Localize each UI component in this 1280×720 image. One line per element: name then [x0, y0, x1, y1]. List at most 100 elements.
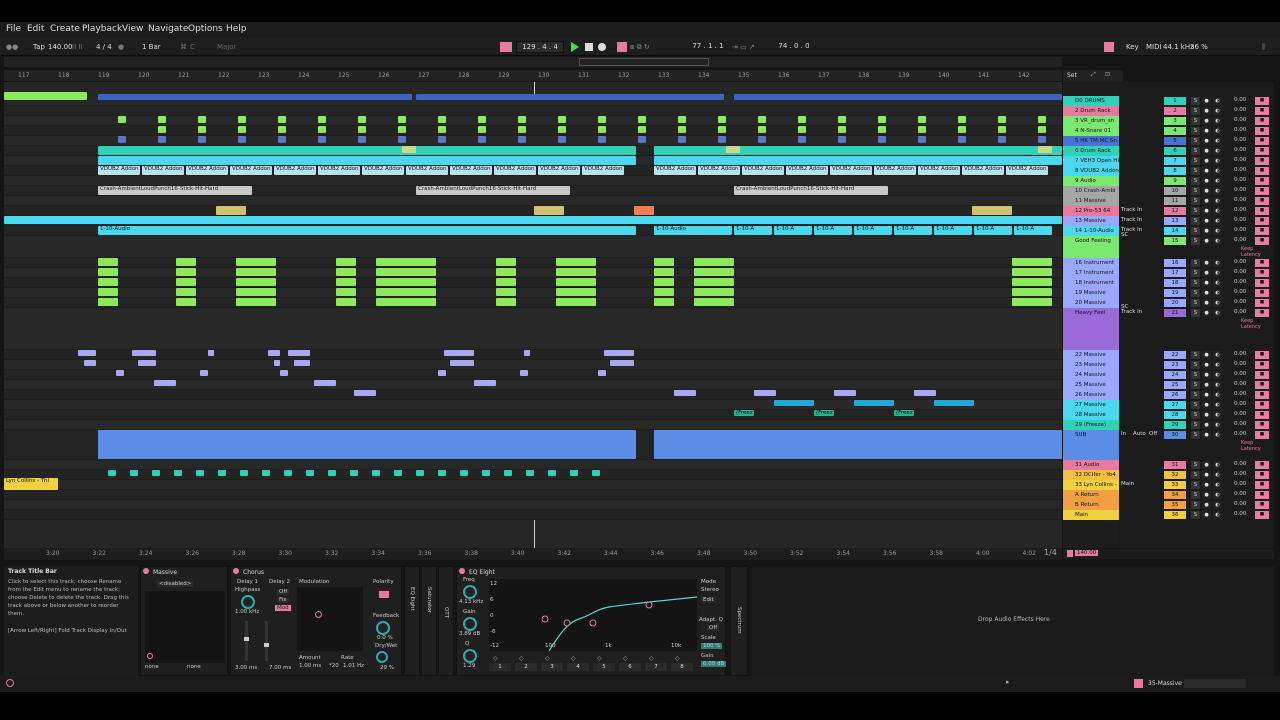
- arrangement-clip[interactable]: [958, 126, 966, 133]
- eq-band-button[interactable]: 5: [593, 663, 615, 671]
- highpass-knob[interactable]: [241, 595, 255, 609]
- arrangement-clip[interactable]: [798, 126, 806, 133]
- arrangement-clip[interactable]: VDUB2 Addon: [582, 166, 624, 175]
- arm-button[interactable]: ●: [1202, 289, 1211, 297]
- arrangement-clip[interactable]: [758, 126, 766, 133]
- arrangement-clip[interactable]: [558, 126, 566, 133]
- solo-button[interactable]: S: [1191, 157, 1200, 165]
- arrangement-clip[interactable]: [654, 258, 674, 266]
- track-header[interactable]: 22 Massive: [1063, 350, 1119, 360]
- device-drop-area[interactable]: Drop Audio Effects Here: [752, 566, 1274, 676]
- arrangement-clip[interactable]: [518, 136, 526, 143]
- arrangement-clip[interactable]: [98, 430, 636, 459]
- key-root[interactable]: C: [190, 42, 195, 53]
- volume-value[interactable]: 0.00: [1234, 217, 1246, 223]
- track-input-label[interactable]: Track In: [1121, 217, 1142, 223]
- follow-icon[interactable]: [500, 42, 512, 52]
- track-header[interactable]: 8 VDUB2 Addon: [1063, 166, 1119, 176]
- arrangement-clip[interactable]: (Freez: [894, 410, 914, 416]
- arrangement-clip[interactable]: VDUB2 Addon: [962, 166, 1004, 175]
- arrangement-clip[interactable]: VDUB2 Addon: [318, 166, 360, 175]
- solo-button[interactable]: S: [1191, 371, 1200, 379]
- volume-value[interactable]: 0.00: [1234, 481, 1246, 487]
- arm-button[interactable]: ●: [1202, 187, 1211, 195]
- track-header[interactable]: 18 Instrument: [1063, 278, 1119, 288]
- eq-band-shape-icon[interactable]: ◇: [493, 655, 498, 662]
- arrangement-clip[interactable]: [376, 268, 436, 276]
- monitor-button[interactable]: ◐: [1213, 127, 1222, 135]
- metronome-icon[interactable]: ●: [118, 42, 124, 53]
- arrangement-clip[interactable]: [998, 116, 1006, 123]
- arrangement-clip[interactable]: [556, 258, 596, 266]
- solo-button[interactable]: S: [1191, 269, 1200, 277]
- arrangement-clip[interactable]: [694, 278, 734, 286]
- solo-button[interactable]: S: [1191, 97, 1200, 105]
- monitor-button[interactable]: ◐: [1213, 269, 1222, 277]
- track-activator[interactable]: 24: [1164, 371, 1186, 379]
- arrangement-clip[interactable]: 1-10-Audio: [654, 226, 732, 235]
- arrangement-position[interactable]: 129 . 4 . 4: [516, 41, 564, 53]
- arrangement-lane[interactable]: [4, 236, 1062, 258]
- time-ruler-bottom[interactable]: 1/4 3:20 3:22 3:24 3:26 3:28 3:30 3:32 3:34 3:36…: [4, 548, 1062, 560]
- arrangement-clip[interactable]: [138, 360, 156, 366]
- arrangement-lane[interactable]: [4, 500, 1062, 510]
- mixer-toggle-icon[interactable]: [1067, 550, 1073, 557]
- arrangement-clip[interactable]: [958, 136, 966, 143]
- modulation-xy-pad[interactable]: [297, 587, 363, 651]
- arrangement-clip[interactable]: [98, 94, 412, 100]
- arrangement-lane[interactable]: [4, 360, 1062, 370]
- arm-button[interactable]: ●: [1202, 471, 1211, 479]
- eq-adaptq-toggle[interactable]: Off: [707, 625, 720, 631]
- arrangement-clip[interactable]: [1012, 278, 1052, 286]
- arrangement-clip[interactable]: [98, 288, 118, 296]
- eq-band-shape-icon[interactable]: ◇: [597, 655, 602, 662]
- track-activator[interactable]: 29: [1164, 421, 1186, 429]
- monitor-button[interactable]: ◐: [1213, 177, 1222, 185]
- arrangement-clip[interactable]: [240, 470, 248, 476]
- arrangement-clip[interactable]: [376, 278, 436, 286]
- feedback-knob[interactable]: [376, 621, 390, 635]
- eq-eight-strip[interactable]: EQ Eight: [404, 566, 420, 676]
- track-header[interactable]: 29 (Freeze): [1063, 420, 1119, 430]
- solo-button[interactable]: S: [1191, 431, 1200, 439]
- solo-button[interactable]: S: [1191, 461, 1200, 469]
- track-activator[interactable]: 16: [1164, 259, 1186, 267]
- volume-value[interactable]: 0.00: [1234, 259, 1246, 265]
- arrangement-clip[interactable]: [556, 278, 596, 286]
- menu-edit[interactable]: Edit: [27, 24, 44, 34]
- arrangement-clip[interactable]: [998, 126, 1006, 133]
- arrangement-clip[interactable]: [262, 470, 270, 476]
- arrangement-clip[interactable]: [496, 278, 516, 286]
- arrangement-clip[interactable]: [98, 156, 636, 165]
- polarity-toggle[interactable]: [379, 591, 389, 598]
- volume-value[interactable]: 0.00: [1234, 431, 1246, 437]
- arrangement-clip[interactable]: [236, 258, 276, 266]
- arrangement-clip[interactable]: [918, 136, 926, 143]
- arrangement-clip[interactable]: [318, 126, 326, 133]
- monitor-button[interactable]: ◐: [1213, 279, 1222, 287]
- arrangement-clip[interactable]: VDUB2 Addon: [362, 166, 404, 175]
- arrangement-clip[interactable]: [654, 430, 1062, 459]
- arrangement-clip[interactable]: [438, 116, 446, 123]
- automation-arm-icon[interactable]: ⧈ ⧉ ↻: [630, 42, 650, 53]
- track-header[interactable]: 6 Drum Rack: [1063, 146, 1119, 156]
- arrangement-clip[interactable]: [438, 126, 446, 133]
- solo-button[interactable]: S: [1191, 299, 1200, 307]
- arrangement-lane[interactable]: [4, 278, 1062, 288]
- arm-button[interactable]: ●: [1202, 351, 1211, 359]
- monitor-button[interactable]: ◐: [1213, 391, 1222, 399]
- nudge-icon[interactable]: II II: [72, 42, 82, 53]
- arrangement-clip[interactable]: [1012, 258, 1052, 266]
- arrangement-clip[interactable]: [394, 470, 402, 476]
- arrangement-clip[interactable]: [132, 350, 156, 356]
- arrangement-clip[interactable]: [318, 116, 326, 123]
- arrangement-lane[interactable]: [4, 288, 1062, 298]
- arrangement-clip[interactable]: [838, 116, 846, 123]
- loop-start[interactable]: 77 . 1 . 1: [686, 41, 730, 53]
- track-header[interactable]: Good Feeling: [1063, 236, 1119, 258]
- arrangement-clip[interactable]: [158, 126, 166, 133]
- arrangement-clip[interactable]: [1038, 126, 1046, 133]
- arrangement-clip[interactable]: [1038, 146, 1052, 153]
- arrangement-clip[interactable]: VDUB2 Addon: [274, 166, 316, 175]
- arrangement-clip[interactable]: [598, 370, 606, 376]
